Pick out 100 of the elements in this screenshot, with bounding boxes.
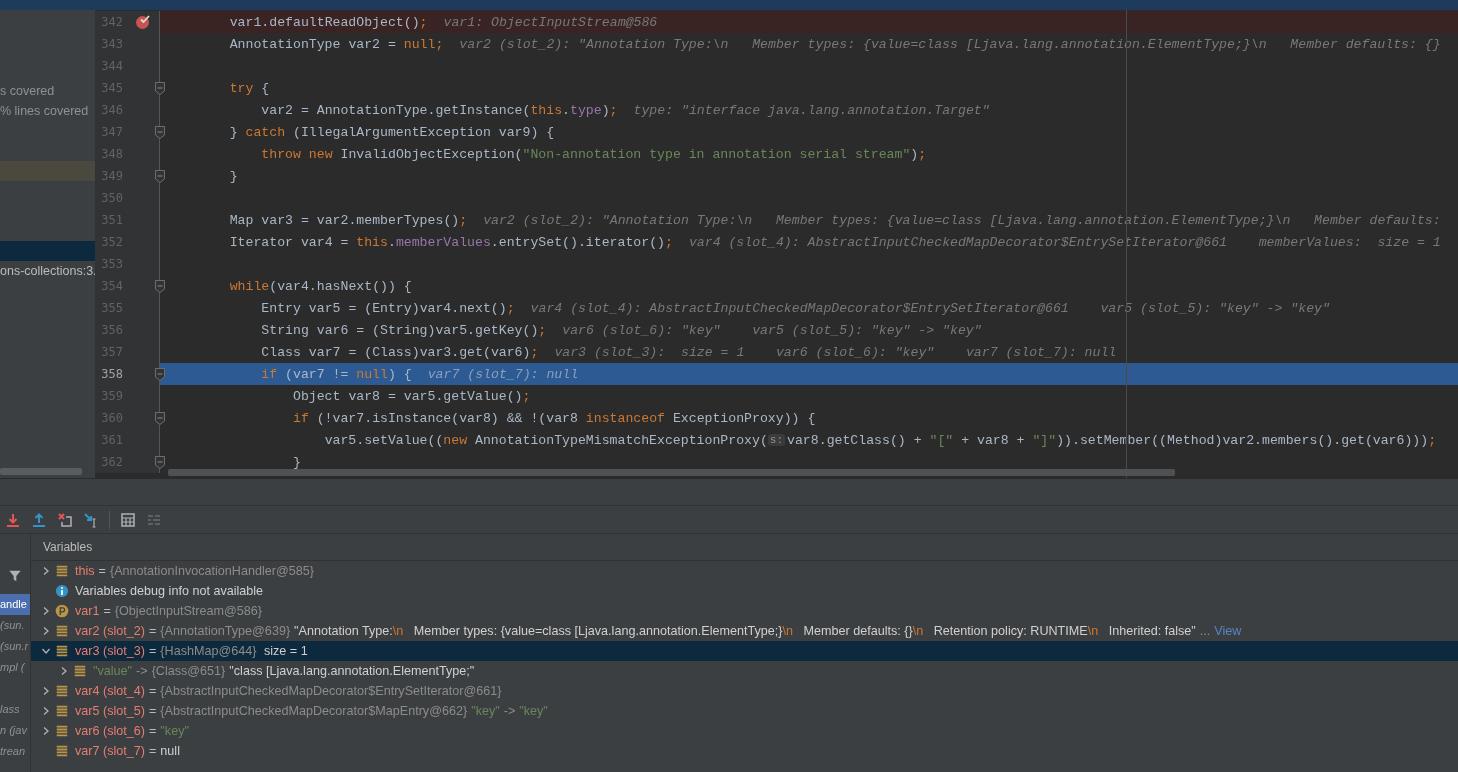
value-text: Variables debug info not available xyxy=(75,584,264,598)
code-text: Map var3 = var2.memberTypes(); xyxy=(228,212,468,228)
inline-hint: var2 (slot_2): "Annotation Type:\n Member types: {value=class [Ljava.lang.annotation.ElementType;}\n Member defaults: {} xyxy=(459,36,1441,52)
variable-name: var1 xyxy=(75,604,100,618)
filter-icon[interactable] xyxy=(8,569,22,583)
up-arrow-icon[interactable] xyxy=(31,511,47,528)
fold-icon[interactable] xyxy=(154,366,166,382)
frame-item[interactable]: n (jav xyxy=(0,720,30,741)
view-link[interactable]: View xyxy=(1214,624,1242,638)
object-reference: {HashMap@644} xyxy=(160,644,257,658)
variable-row[interactable]: Variables debug info not available xyxy=(31,581,1458,601)
tree-item-label: s covered xyxy=(0,84,55,98)
object-reference: {Class@651} xyxy=(151,664,226,678)
code-text: try { xyxy=(228,80,270,96)
string-value: "key" xyxy=(519,704,548,718)
variable-row[interactable]: var5 (slot_5) = {AbstractInputCheckedMapDecorator$MapEntry@662} "key" -> "key" xyxy=(31,701,1458,721)
code-text: } xyxy=(228,168,238,184)
equals-sign: = xyxy=(149,704,157,718)
code-text: throw new InvalidObjectException("Non-annotation type in annotation serial stream"); xyxy=(260,146,927,162)
code-text: AnnotationType var2 = null; xyxy=(228,36,444,52)
inline-hint: var1: ObjectInputStream@586 xyxy=(443,14,658,30)
equals-sign: = xyxy=(149,724,157,738)
variable-name: this xyxy=(75,564,95,578)
object-reference: {AbstractInputCheckedMapDecorator$EntrySetIterator@661} xyxy=(160,684,502,698)
object-reference: {AnnotationType@639} xyxy=(160,624,291,638)
code-text: Iterator var4 = this.memberValues.entrySet().iterator(); xyxy=(228,234,673,250)
scrollbar[interactable] xyxy=(168,469,1175,476)
frame-item[interactable]: (sun. xyxy=(0,615,30,636)
parameter-hint: s: xyxy=(767,434,786,446)
frame-item[interactable]: andle xyxy=(0,594,30,615)
code-text: var2 = AnnotationType.getInstance(this.type); xyxy=(260,102,618,118)
frame-item[interactable]: mpl ( xyxy=(0,657,30,678)
object-reference: -> xyxy=(136,664,148,678)
variable-row[interactable]: var7 (slot_7) = null xyxy=(31,741,1458,761)
value-text: "class [Ljava.lang.annotation.ElementType;" xyxy=(229,664,475,678)
breakpoint-icon[interactable] xyxy=(135,14,151,30)
code-text: var1.defaultReadObject(); xyxy=(228,14,428,30)
variable-name: var2 (slot_2) xyxy=(75,624,145,638)
variable-row[interactable]: var1 = {ObjectInputStream@586} xyxy=(31,601,1458,621)
tree-row[interactable]: s covered xyxy=(0,81,95,101)
frame-item[interactable]: (sun.r xyxy=(0,636,30,657)
frame-item[interactable]: trean xyxy=(0,741,30,762)
scrollbar[interactable] xyxy=(0,468,82,475)
inline-hint: var7 (slot_7): null xyxy=(427,366,579,382)
code-text: Class var7 = (Class)var3.get(var6); xyxy=(260,344,539,360)
variable-name: var3 (slot_3) xyxy=(75,644,145,658)
chevron-right-icon[interactable] xyxy=(41,566,51,576)
variable-row[interactable]: var6 (slot_6) = "key" xyxy=(31,721,1458,741)
fold-icon[interactable] xyxy=(154,454,166,470)
code-text: var8.getClass() + "[" + var8 + "]")).setMember((Method)var2.members().get(var6))); xyxy=(787,432,1437,448)
variable-name: var7 (slot_7) xyxy=(75,744,145,758)
variable-row[interactable]: var3 (slot_3) = {HashMap@644} size = 1 xyxy=(31,641,1458,661)
cursor-arrow-icon[interactable] xyxy=(83,511,99,528)
inline-hint: type: "interface java.lang.annotation.Target" xyxy=(633,102,990,118)
tree-row[interactable]: % lines covered xyxy=(0,101,95,121)
object-reference: {AnnotationInvocationHandler@585} xyxy=(109,564,314,578)
variable-row[interactable]: var4 (slot_4) = {AbstractInputCheckedMapDecorator$EntrySetIterator@661} xyxy=(31,681,1458,701)
variable-name: var6 (slot_6) xyxy=(75,724,145,738)
object-reference: -> xyxy=(503,704,516,718)
code-text: Object var8 = var5.getValue(); xyxy=(291,388,531,404)
code-text: String var6 = (String)var5.getKey(); xyxy=(260,322,547,338)
equals-sign: = xyxy=(149,624,157,638)
variable-name: var4 (slot_4) xyxy=(75,684,145,698)
object-reference: {ObjectInputStream@586} xyxy=(114,604,263,618)
drop-frame-icon[interactable] xyxy=(57,511,73,528)
code-text: while(var4.hasNext()) { xyxy=(228,278,412,294)
string-value: "key" xyxy=(160,724,189,738)
fold-icon[interactable] xyxy=(154,278,166,294)
line-number: 358 xyxy=(100,367,123,381)
code-text: } xyxy=(291,454,301,470)
equals-sign: = xyxy=(149,684,157,698)
variable-row[interactable]: "value" -> {Class@651} "class [Ljava.lang.annotation.ElementType;" xyxy=(31,661,1458,681)
value-text: size = 1 xyxy=(262,644,308,658)
tree-item-label: % lines covered xyxy=(0,104,89,118)
object-reference: ... xyxy=(1199,624,1211,638)
object-reference: {AbstractInputCheckedMapDecorator$MapEntry@662} xyxy=(160,704,468,718)
variable-row[interactable]: this = {AnnotationInvocationHandler@585} xyxy=(31,561,1458,581)
panel-title: Variables xyxy=(43,540,93,554)
string-value: "value" xyxy=(93,664,133,678)
calculator-icon[interactable] xyxy=(120,511,136,528)
code-text: if (!var7.isInstance(var8) && !(var8 instanceof ExceptionProxy)) { xyxy=(291,410,816,426)
value-text: "Annotation Type:\n Member types: {value=class [Ljava.lang.annotation.ElementType;}\n Member defaults: {}\n Retention policy: RUNTIME\n Inherited: false" xyxy=(294,624,1196,638)
fold-icon[interactable] xyxy=(154,124,166,140)
inline-hint: var3 (slot_3): size = 1 var6 (slot_6): "key" var7 (slot_7): null xyxy=(554,344,1117,360)
code-text: var5.setValue((new AnnotationTypeMismatchExceptionProxy( xyxy=(323,432,768,448)
fold-icon[interactable] xyxy=(154,410,166,426)
fold-icon[interactable] xyxy=(154,80,166,96)
inline-hint: var2 (slot_2): "Annotation Type:\n Member types: {value=class [Ljava.lang.annotation.ElementType;}\n Member defaults: xyxy=(483,212,1441,228)
equals-sign: = xyxy=(98,564,106,578)
variable-row[interactable]: var2 (slot_2) = {AnnotationType@639} "Annotation Type:\n Member types: {value=class [Ljava.lang.annotation.ElementType;}\n Member defaults: {}\n Retention policy: RUNTIME\n Inherited: false" ... View xyxy=(31,621,1458,641)
down-arrow-icon[interactable] xyxy=(5,511,21,528)
equals-sign: = xyxy=(149,744,157,758)
equals-sign: = xyxy=(149,644,157,658)
string-value: "key" xyxy=(471,704,500,718)
code-text: if (var7 != null) { xyxy=(260,366,412,382)
chevron-down-icon[interactable] xyxy=(41,646,51,656)
fold-icon[interactable] xyxy=(154,168,166,184)
code-text: Entry var5 = (Entry)var4.next(); xyxy=(260,300,515,316)
frame-item[interactable]: lass xyxy=(0,699,30,720)
equals-sign: = xyxy=(103,604,111,618)
